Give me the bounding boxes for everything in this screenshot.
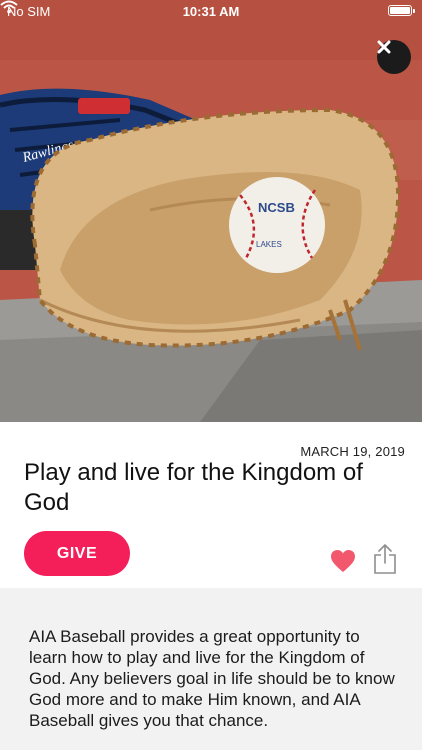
close-icon xyxy=(377,40,391,54)
svg-text:LAKES: LAKES xyxy=(256,240,282,249)
baseball-glove-photo: Rawlings NCSB LAKES xyxy=(0,0,422,422)
status-time: 10:31 AM xyxy=(182,4,240,19)
post-title: Play and live for the Kingdom of God xyxy=(24,459,363,516)
battery-icon xyxy=(388,5,415,16)
status-bar: No SIM 10:31 AM xyxy=(0,0,422,24)
hero-image: Rawlings NCSB LAKES No SIM 10:31 AM xyxy=(0,0,422,422)
close-button[interactable] xyxy=(377,40,411,74)
heart-icon[interactable] xyxy=(330,549,356,573)
post-body-section: AIA Baseball provides a great opportunit… xyxy=(0,588,422,750)
share-icon[interactable] xyxy=(372,543,398,575)
give-button[interactable]: GIVE xyxy=(24,531,130,576)
post-content: MARCH 19, 2019 Play and live for the Kin… xyxy=(0,422,422,750)
post-date: MARCH 19, 2019 xyxy=(300,444,405,459)
svg-text:NCSB: NCSB xyxy=(258,200,295,215)
post-body-text: AIA Baseball provides a great opportunit… xyxy=(29,627,395,730)
